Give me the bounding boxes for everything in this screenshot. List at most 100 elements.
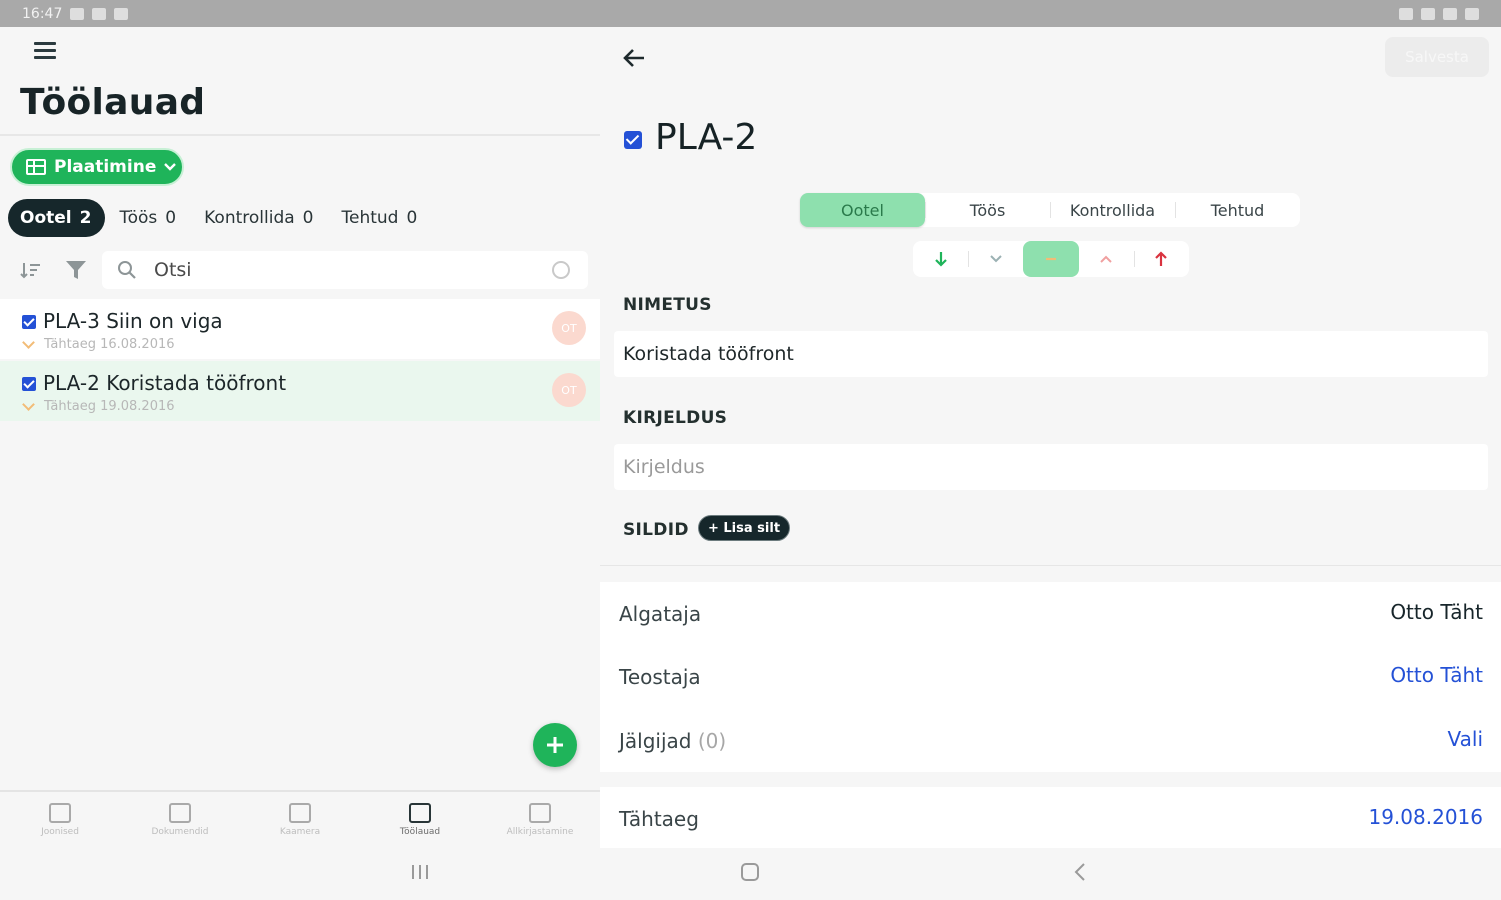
- board-selector-label: Plaatimine: [54, 157, 157, 177]
- nav-label: Dokumendid: [151, 827, 209, 837]
- task-list: PLA-3 Siin on viga Tähtaeg 16.08.2016 OT…: [0, 299, 600, 423]
- priority-medium[interactable]: [1023, 241, 1079, 277]
- list-toolbar: [0, 249, 600, 291]
- task-deadline: Tähtaeg 19.08.2016: [44, 399, 175, 414]
- assignee-value-link[interactable]: Otto Täht: [1390, 663, 1483, 687]
- status-segmented-control: Ootel Töös Kontrollida Tehtud: [800, 193, 1300, 227]
- priority-low[interactable]: [968, 241, 1023, 277]
- description-field: [614, 444, 1488, 490]
- avatar: OT: [552, 373, 586, 407]
- priority-low-icon: [22, 403, 36, 411]
- arrow-down-green-icon: [934, 252, 947, 267]
- system-navigation-bar: [0, 848, 1501, 900]
- status-toos[interactable]: Töös: [925, 193, 1050, 227]
- status-kontrollida[interactable]: Kontrollida: [1050, 193, 1175, 227]
- hamburger-menu-icon[interactable]: [34, 42, 56, 60]
- divider: [600, 565, 1501, 566]
- nav-dokumendid[interactable]: Dokumendid: [120, 792, 240, 848]
- task-detail-pane: Salvesta PLA-2 Ootel Töös Kontrollida Te…: [600, 27, 1501, 848]
- mute-icon: [1399, 7, 1413, 20]
- battery-icon: [1465, 7, 1479, 20]
- task-item-pla-3[interactable]: PLA-3 Siin on viga Tähtaeg 16.08.2016 OT: [0, 299, 600, 359]
- status-ootel[interactable]: Ootel: [800, 193, 925, 227]
- settings-icon: [92, 7, 107, 20]
- nav-label: Allkirjastamine: [506, 827, 574, 837]
- followers-row: Jälgijad (0) Vali: [600, 709, 1501, 771]
- add-tag-button[interactable]: + Lisa silt: [698, 515, 790, 541]
- priority-segmented-control: [913, 241, 1189, 277]
- chevron-up-icon: [1100, 255, 1112, 263]
- board-selector-button[interactable]: Plaatimine: [10, 148, 184, 186]
- deadline-value-link[interactable]: 19.08.2016: [1368, 805, 1483, 829]
- priority-highest[interactable]: [1133, 241, 1189, 277]
- save-button[interactable]: Salvesta: [1385, 37, 1489, 77]
- name-field[interactable]: Koristada tööfront: [614, 331, 1488, 377]
- wifi-icon: [1421, 7, 1435, 20]
- priority-lowest[interactable]: [913, 241, 968, 277]
- name-value: Koristada tööfront: [623, 343, 794, 365]
- tab-label: Tehtud: [341, 208, 399, 228]
- recent-apps-icon[interactable]: [410, 862, 430, 882]
- nav-toolauad[interactable]: Töölauad: [360, 792, 480, 848]
- tab-label: Töös: [119, 208, 158, 228]
- bottom-navigation: Joonised Dokumendid Kaamera Töölauad All…: [0, 790, 600, 848]
- camera-icon: [289, 803, 311, 823]
- task-type-checkbox-icon: [22, 315, 36, 329]
- play-icon: [114, 7, 129, 20]
- clear-search-icon[interactable]: [552, 261, 570, 279]
- nav-kaamera[interactable]: Kaamera: [240, 792, 360, 848]
- task-type-checkbox-icon: [22, 377, 36, 391]
- tab-count: 0: [406, 208, 418, 228]
- tab-ootel[interactable]: Ootel 2: [8, 199, 106, 237]
- description-input[interactable]: [623, 452, 1463, 482]
- nav-label: Joonised: [41, 827, 79, 837]
- tab-tehtud[interactable]: Tehtud 0: [328, 199, 432, 237]
- deadline-row: Tähtaeg 19.08.2016: [600, 787, 1501, 848]
- assignee-row: Teostaja Otto Täht: [600, 645, 1501, 707]
- tab-label: Kontrollida: [204, 208, 295, 228]
- board-icon: [409, 803, 431, 823]
- filter-icon[interactable]: [64, 259, 88, 281]
- arrow-up-red-icon: [1155, 251, 1168, 266]
- issue-type-checkbox-icon: [624, 131, 642, 149]
- followers-label-wrap: Jälgijad (0): [619, 729, 726, 753]
- status-tehtud[interactable]: Tehtud: [1175, 193, 1300, 227]
- task-title: PLA-2 Koristada tööfront: [43, 371, 287, 395]
- status-tabs: Ootel 2 Töös 0 Kontrollida 0 Tehtud 0: [8, 199, 431, 237]
- signal-icon: [1443, 7, 1457, 20]
- task-meta: Tähtaeg 19.08.2016: [22, 399, 175, 414]
- assignee-label: Teostaja: [619, 665, 701, 689]
- followers-label: Jälgijad: [619, 729, 692, 753]
- followers-select-link[interactable]: Vali: [1448, 727, 1484, 751]
- people-card: Algataja Otto Täht Teostaja Otto Täht Jä…: [600, 582, 1501, 772]
- tags-label: SILDID: [623, 520, 689, 540]
- board-icon: [26, 159, 46, 175]
- system-back-icon[interactable]: [1072, 862, 1088, 882]
- creator-label: Algataja: [619, 602, 702, 626]
- task-item-pla-2[interactable]: PLA-2 Koristada tööfront Tähtaeg 19.08.2…: [0, 361, 600, 421]
- description-label: KIRJELDUS: [623, 408, 728, 428]
- boards-pane: Töölauad Plaatimine Ootel 2 Töös 0 Kontr…: [0, 27, 600, 790]
- status-time: 16:47: [22, 5, 63, 22]
- priority-high[interactable]: [1079, 241, 1134, 277]
- task-meta: Tähtaeg 16.08.2016: [22, 337, 175, 352]
- home-icon[interactable]: [740, 862, 760, 882]
- tab-label: Ootel: [20, 208, 72, 228]
- nav-label: Kaamera: [279, 827, 321, 837]
- sort-icon[interactable]: [20, 261, 42, 279]
- chevron-down-icon: [164, 163, 177, 171]
- search-input[interactable]: [154, 255, 534, 285]
- nav-joonised[interactable]: Joonised: [0, 792, 120, 848]
- creator-row: Algataja Otto Täht: [600, 582, 1501, 644]
- nav-label: Töölauad: [399, 827, 441, 837]
- issue-key: PLA-2: [655, 117, 758, 158]
- tab-count: 0: [302, 208, 314, 228]
- tab-toos[interactable]: Töös 0: [105, 199, 190, 237]
- back-arrow-icon[interactable]: [622, 47, 646, 69]
- task-title: PLA-3 Siin on viga: [43, 309, 223, 333]
- tab-kontrollida[interactable]: Kontrollida 0: [190, 199, 327, 237]
- add-task-button[interactable]: [533, 723, 577, 767]
- divider: [0, 134, 600, 136]
- nav-allkirjastamine[interactable]: Allkirjastamine: [480, 792, 600, 848]
- search-box: [102, 251, 588, 289]
